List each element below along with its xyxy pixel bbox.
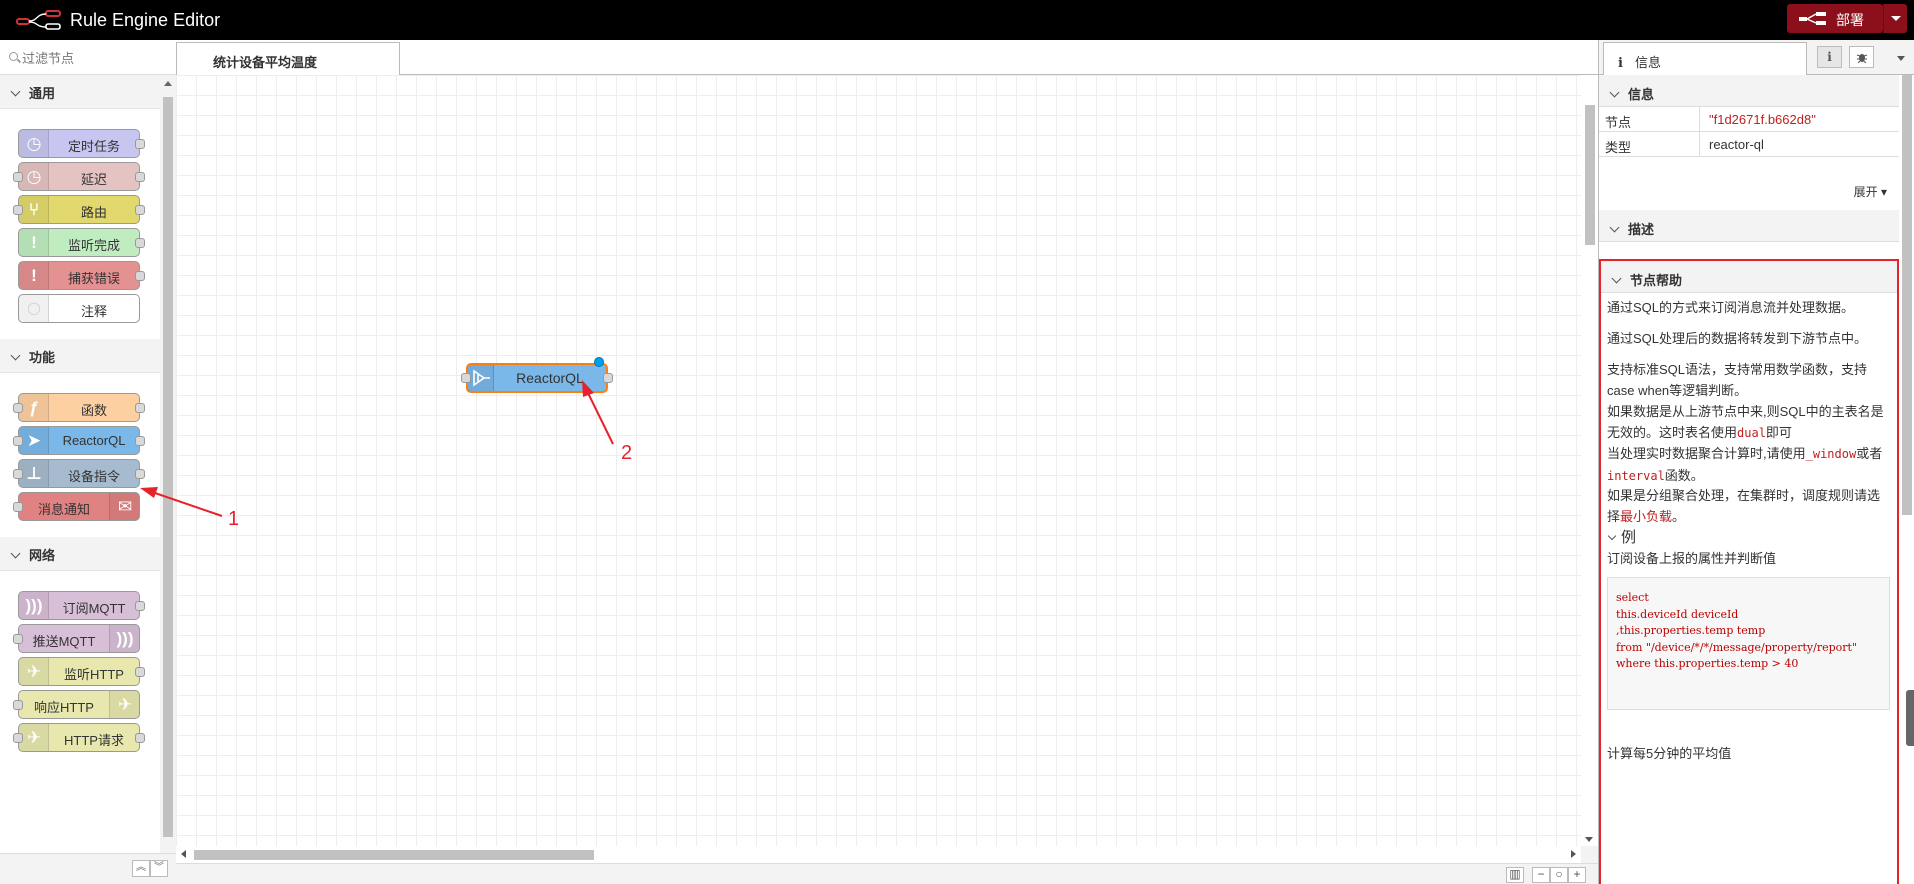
node-help-section: 节点帮助 通过SQL的方式来订阅消息流并处理数据。 通过SQL处理后的数据将转发… [1599,259,1899,884]
tab-info-label: 信息 [1634,55,1661,70]
prop-row-node: 节点 "f1d2671f.b662d8" [1599,107,1899,132]
chevron-down-icon [1607,531,1617,541]
expand-link[interactable]: 展开 ▾ [1854,183,1887,200]
prop-key: 类型 [1605,140,1632,155]
sidebar-scrollbar[interactable] [1899,75,1914,884]
info-section-header[interactable]: 信息 [1599,75,1899,107]
sidebar-menu-button[interactable] [1897,56,1905,61]
sidebar-content: 信息 节点 "f1d2671f.b662d8" 类型 reactor-ql 展开… [1599,75,1899,884]
sidebar-resize-handle[interactable] [1906,690,1914,746]
debug-tab-button[interactable] [1849,46,1874,68]
description-section-header[interactable]: 描述 [1599,210,1899,242]
chevron-down-icon [1611,273,1622,284]
help-paragraph: 通过SQL的方式来订阅消息流并处理数据。 [1607,300,1855,315]
annotation-arrow-1 [140,487,223,517]
info-tab-button[interactable]: i [1817,46,1842,68]
example-code-block: select this.deviceId deviceId ,this.prop… [1607,577,1890,710]
expand-label: 展开 [1853,185,1878,199]
help-section-header[interactable]: 节点帮助 [1601,261,1897,293]
help-paragraph: 支持标准SQL语法，支持常用数学函数，支持case when等逻辑判断。 [1607,362,1868,398]
sidebar-tab-bar: i 信息 i [1599,40,1914,76]
prop-value: "f1d2671f.b662d8" [1699,107,1899,131]
help-paragraph: 当处理实时数据聚合计算时,请使用_window或者interval函数。 [1607,446,1883,483]
annotation-label-2: 2 [621,442,633,464]
help-paragraph: 如果数据是从上游节点中来,则SQL中的主表名是无效的。这时表名使用dual即可 [1607,404,1884,440]
help-paragraph: 计算每5分钟的平均值 [1607,746,1732,761]
bug-icon [1856,54,1867,64]
info-section-title: 信息 [1628,87,1655,102]
info-sidebar: i 信息 i 信息 节点 "f1d2671f.b662d8" 类型 reactor… [1598,40,1914,884]
help-paragraph: 如果是分组聚合处理，在集群时，调度规则请选择最小负载。 [1607,488,1881,524]
chevron-down-icon [1609,222,1620,233]
prop-value: reactor-ql [1699,132,1899,156]
info-icon: i [1618,56,1623,71]
description-section-title: 描述 [1628,222,1655,237]
prop-row-type: 类型 reactor-ql [1599,132,1899,157]
example-description: 订阅设备上报的属性并判断值 [1607,551,1777,566]
help-section-title: 节点帮助 [1630,273,1683,288]
annotation-arrow-2 [582,380,614,445]
tab-info[interactable]: i 信息 [1603,42,1807,76]
prop-key: 节点 [1605,115,1632,130]
help-paragraph: 通过SQL处理后的数据将转发到下游节点中。 [1607,331,1868,346]
annotation-label-1: 1 [228,508,240,530]
example-header[interactable]: 例 [1607,527,1891,548]
chevron-down-icon [1609,87,1620,98]
